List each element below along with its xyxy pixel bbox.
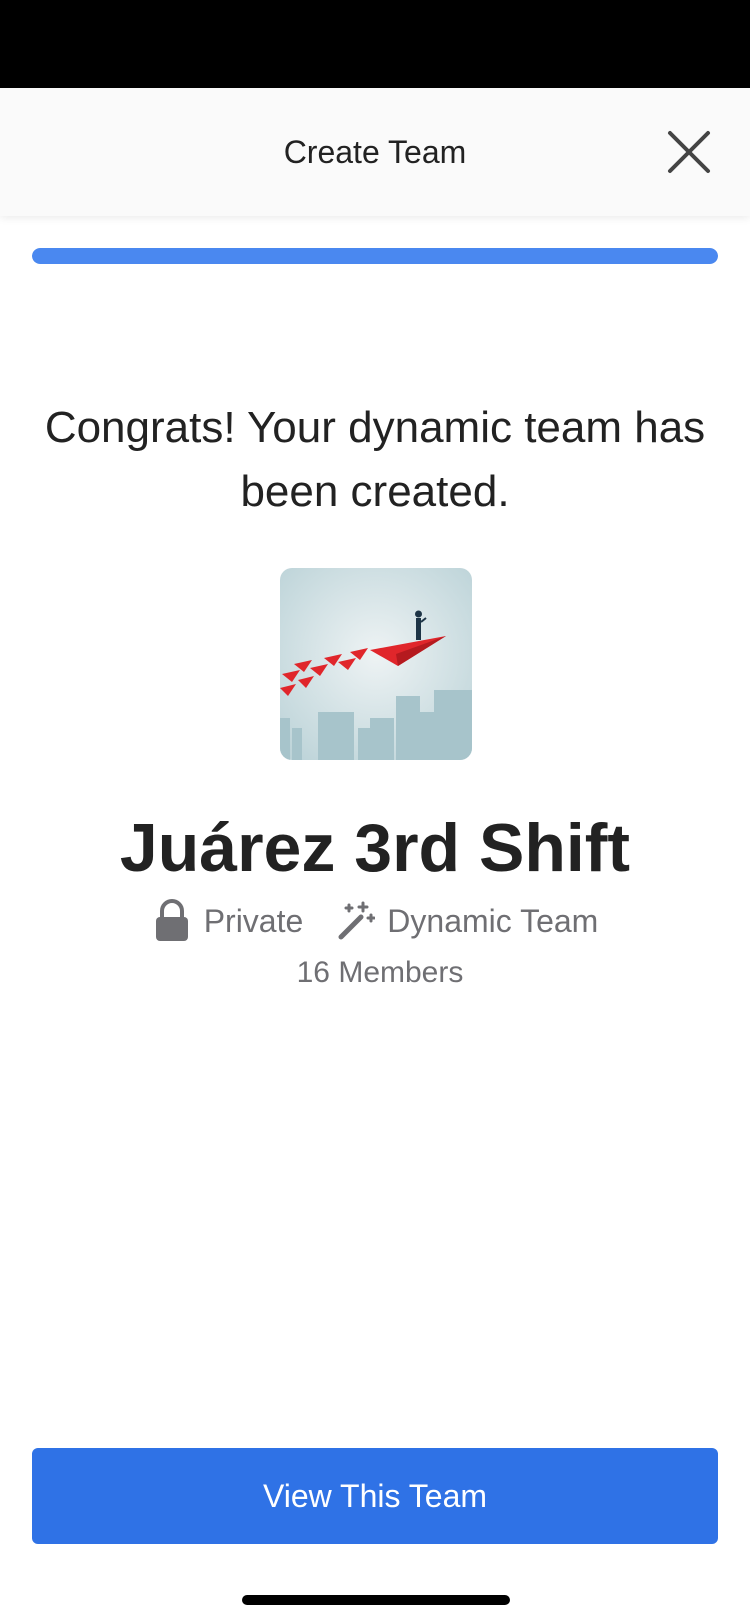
team-image [280,568,472,760]
close-button[interactable] [666,129,712,175]
team-type-label: Dynamic Team [387,902,599,939]
success-message: Congrats! Your dynamic team has been cre… [44,403,706,516]
magic-wand-icon [338,901,376,940]
home-indicator [242,1595,510,1605]
privacy-label: Private [203,902,304,939]
view-team-button[interactable]: View This Team [32,1448,718,1544]
member-count: 16 Members [296,956,464,989]
team-meta: Private Dynamic Team [0,896,750,946]
header-bar: Create Team [0,88,750,216]
progress-fill [32,248,718,264]
progress-bar [32,248,718,264]
close-icon [668,131,710,173]
lock-icon [155,899,188,941]
team-type-indicator: Dynamic Team [335,899,598,943]
team-name: Juárez 3rd Shift [119,810,631,886]
privacy-indicator: Private [152,899,304,943]
paper-plane-illustration [280,568,472,760]
status-bar [0,0,750,88]
page-title: Create Team [283,133,467,170]
